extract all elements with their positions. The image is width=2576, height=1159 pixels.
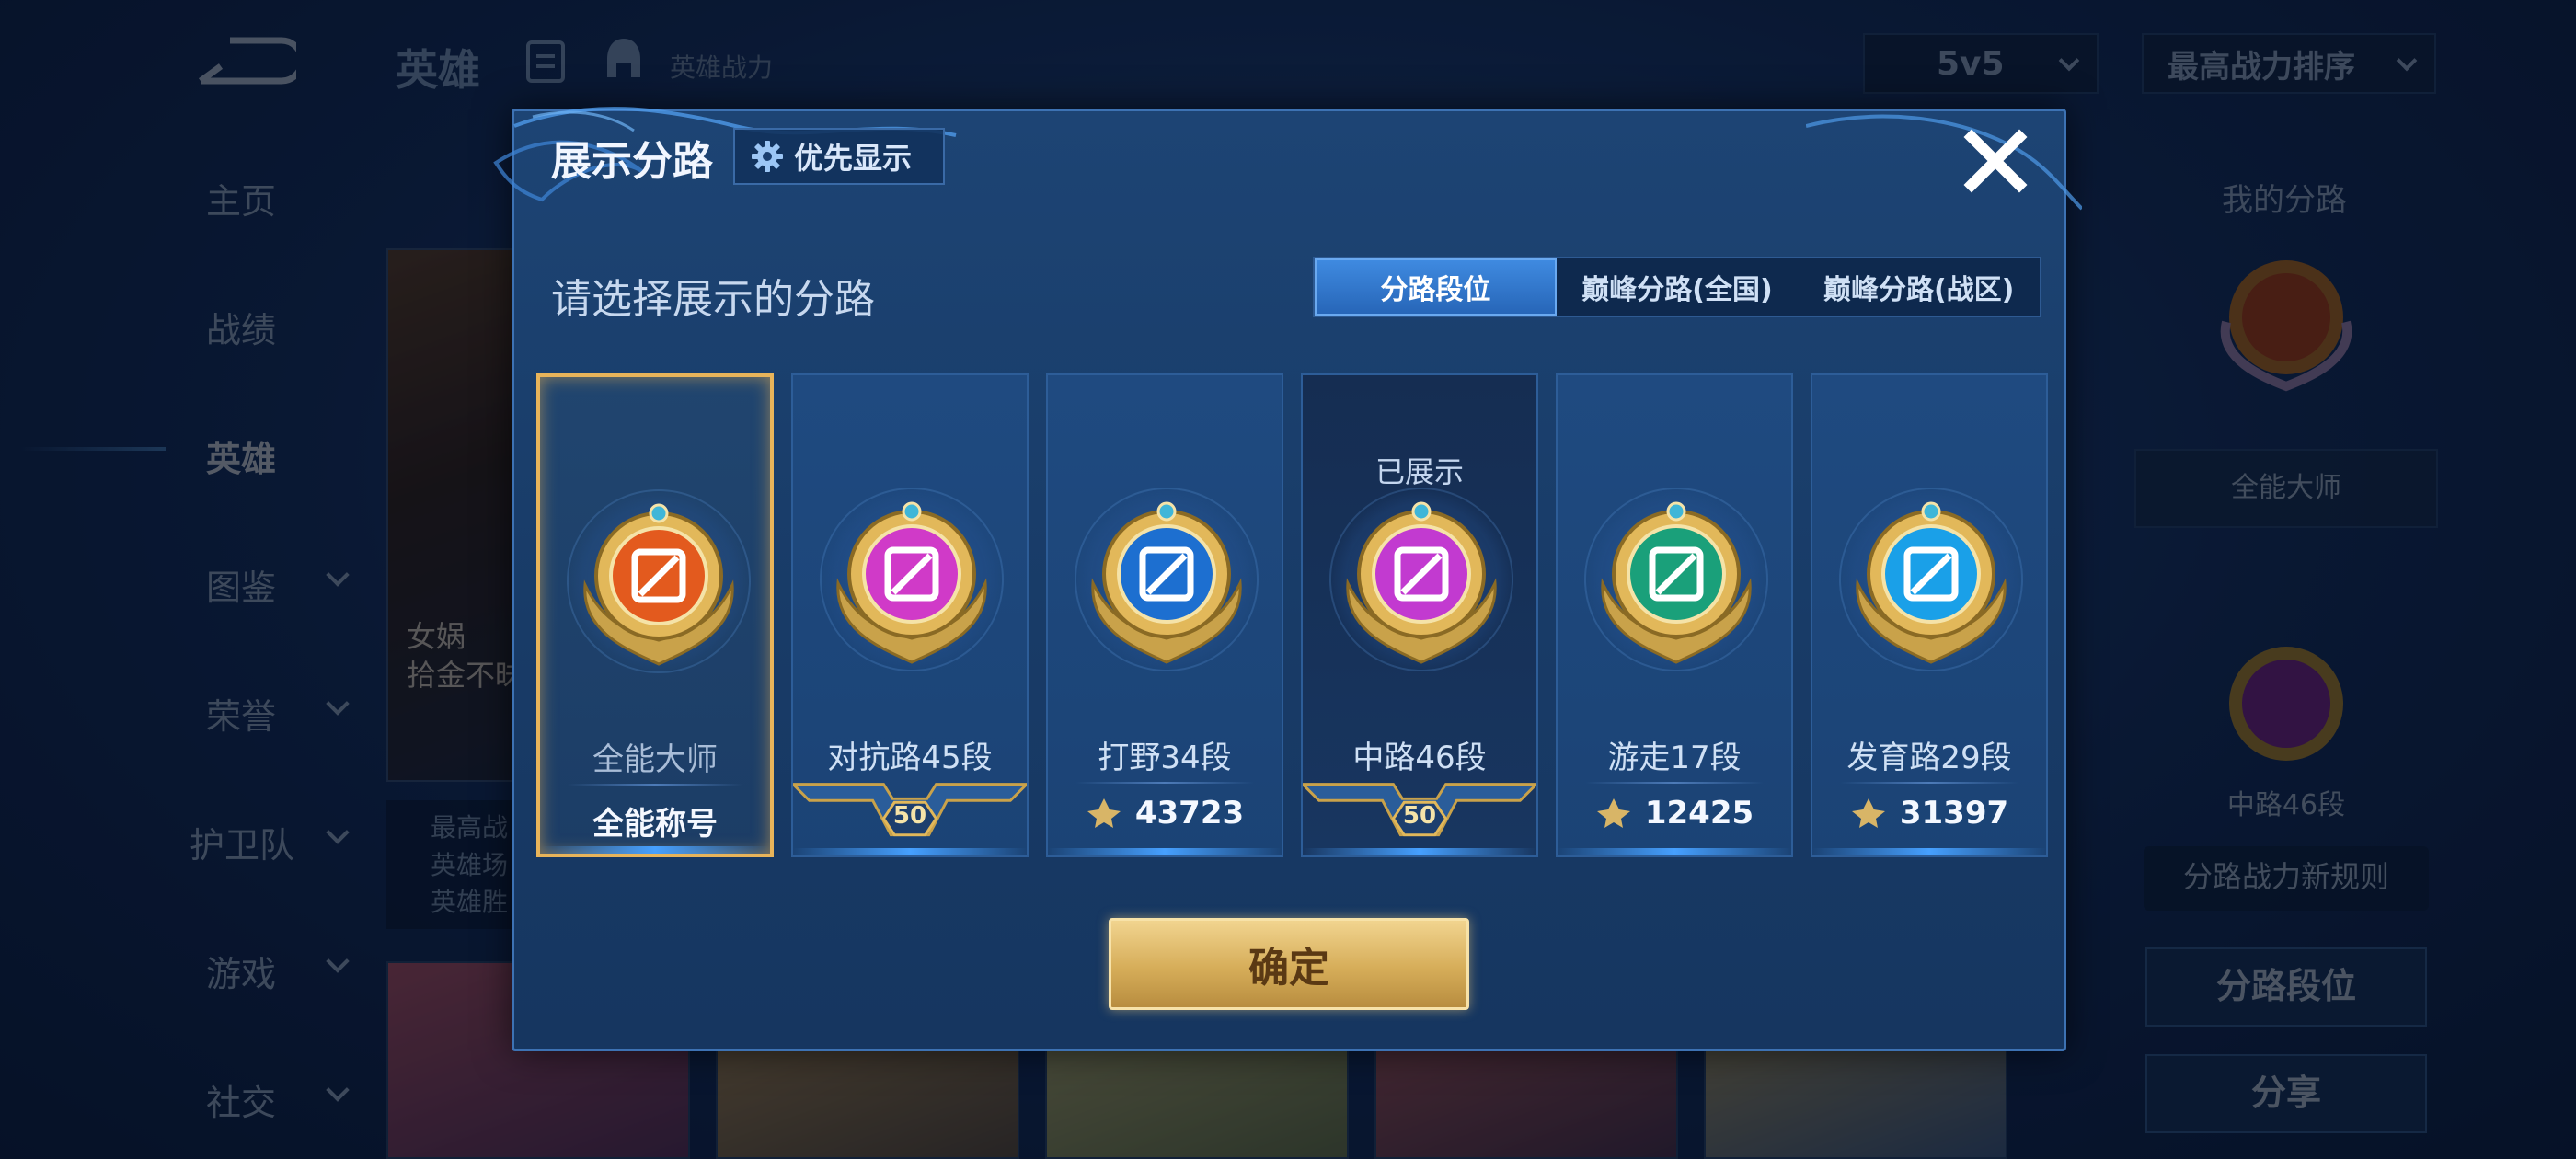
dialog-subtitle: 请选择展示的分路: [551, 276, 875, 323]
divider: [568, 784, 742, 786]
divider: [1075, 782, 1254, 784]
lane-score-value: 31397: [1899, 795, 2009, 832]
cloud-decoration: [1806, 114, 2082, 211]
lane-rank-label: 打野34段: [1098, 740, 1232, 776]
lane-tabs: 分路段位 巅峰分路(全国) 巅峰分路(战区): [1313, 257, 2041, 317]
card-glow: [1812, 848, 2046, 855]
lane-medal-icon: [1091, 501, 1242, 664]
lane-title-value: 全能称号: [592, 806, 718, 843]
power-icon: [1087, 798, 1121, 828]
lane-rank-label: 全能大师: [592, 741, 718, 778]
card-glow: [1558, 848, 1791, 855]
lane-card-jungle[interactable]: 打野34段 43723: [1046, 373, 1283, 857]
lane-card-mid[interactable]: 已展示 中路46段 50: [1301, 373, 1538, 857]
lane-medal-icon: [1856, 501, 2007, 664]
divider: [1585, 782, 1764, 784]
power-icon: [1851, 798, 1885, 828]
close-icon[interactable]: [1959, 124, 2032, 198]
lane-rank-label: 对抗路45段: [827, 740, 993, 776]
tab-peak-region[interactable]: 巅峰分路(战区): [1798, 258, 2040, 316]
lane-score-value: 43723: [1134, 795, 1245, 832]
lane-rank-label: 发育路29段: [1846, 740, 2012, 776]
card-glow: [793, 848, 1027, 855]
lane-display-dialog: 展示分路 优先显示 请选择展示的分路 分路段位 巅峰分路(全国) 巅峰分路(战区…: [493, 107, 2082, 1051]
level-value: 50: [1402, 802, 1437, 830]
power-icon: [1596, 798, 1630, 828]
lane-score: 31397: [1812, 795, 2046, 832]
lane-score-value: 12425: [1644, 795, 1754, 832]
divider: [1840, 782, 2018, 784]
lane-card-roam[interactable]: 游走17段 12425: [1556, 373, 1793, 857]
lane-medal-icon: [1601, 501, 1752, 664]
priority-display-label: 优先显示: [794, 141, 913, 176]
shown-label: 已展示: [1374, 454, 1464, 489]
lane-score: 12425: [1558, 795, 1791, 832]
lane-medal-icon: [583, 503, 734, 666]
lane-card-all-master[interactable]: 全能大师 全能称号: [536, 373, 774, 857]
confirm-button[interactable]: 确定: [1109, 918, 1469, 1010]
lane-score: 43723: [1048, 795, 1282, 832]
lane-card-clash[interactable]: 对抗路45段 50: [791, 373, 1029, 857]
card-glow: [1303, 848, 1536, 855]
lane-card-farm[interactable]: 发育路29段 31397: [1811, 373, 2048, 857]
tab-lane-rank[interactable]: 分路段位: [1315, 258, 1557, 316]
tab-peak-national[interactable]: 巅峰分路(全国): [1557, 258, 1799, 316]
lane-rank-label: 中路46段: [1352, 740, 1487, 776]
dialog-title: 展示分路: [551, 138, 713, 185]
priority-display-button[interactable]: 优先显示: [733, 128, 945, 185]
lane-medal-icon: [836, 501, 987, 664]
lane-rank-label: 游走17段: [1607, 740, 1742, 776]
card-glow: [1048, 848, 1282, 855]
lane-medal-icon: [1346, 501, 1497, 664]
level-value: 50: [892, 802, 927, 830]
gear-icon: [752, 141, 783, 172]
card-glow: [540, 846, 770, 854]
